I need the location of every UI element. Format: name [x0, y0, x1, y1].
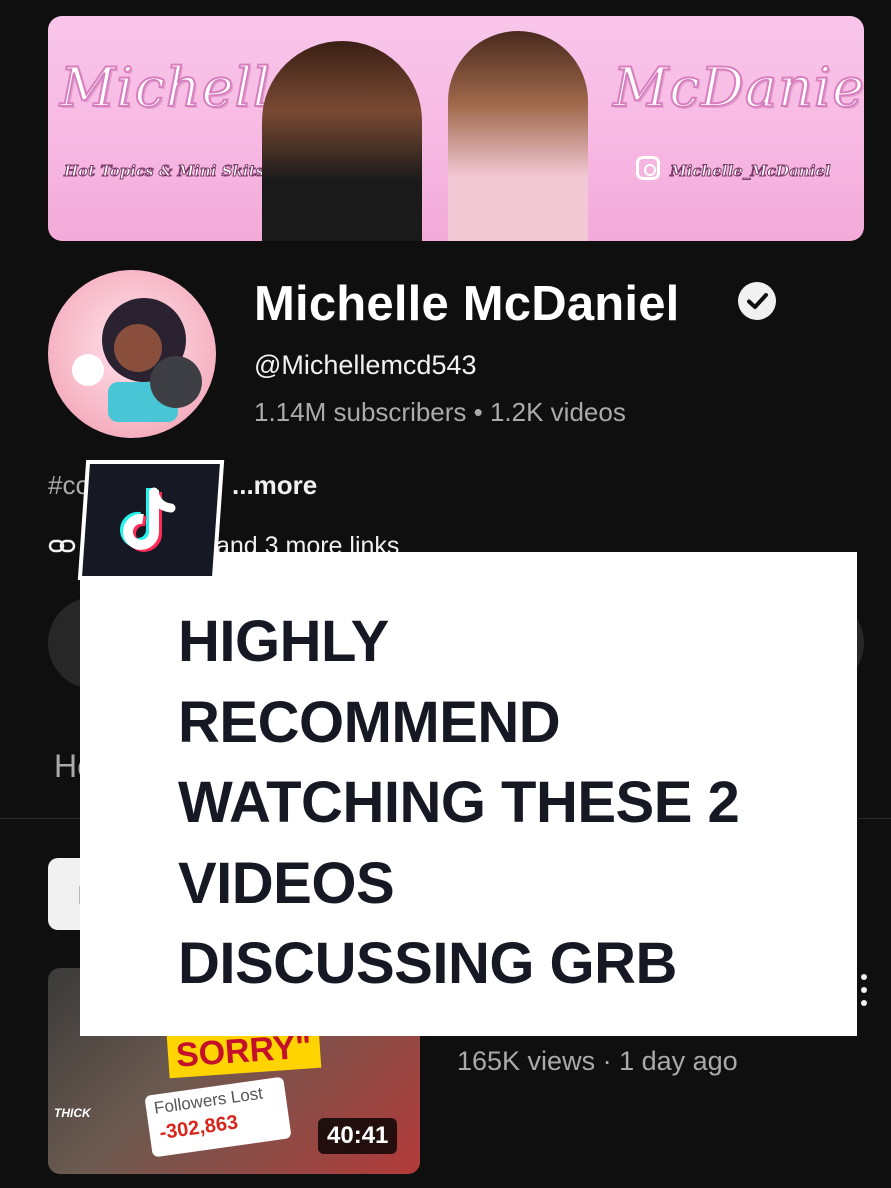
- video-meta: 165K views · 1 day ago: [457, 1046, 738, 1076]
- banner-tagline: Hot Topics & Mini Skits: [64, 162, 265, 181]
- banner-photo-person: [262, 41, 422, 241]
- caption-line: HIGHLY: [178, 609, 389, 674]
- caption-line: VIDEOS: [178, 850, 395, 916]
- thumbnail-shirt-text: THICK: [54, 1106, 91, 1120]
- tiktok-logo-icon: [82, 464, 220, 576]
- channel-stats: 1.14M subscribers • 1.2K videos: [254, 397, 626, 427]
- channel-banner: Michelle McDaniel Hot Topics & Mini Skit…: [48, 16, 864, 241]
- banner-last-name: McDaniel: [612, 55, 864, 120]
- channel-avatar[interactable]: [48, 270, 216, 438]
- caption-line: RECOMMEND: [178, 689, 561, 755]
- verified-check-icon: [738, 282, 776, 320]
- banner-doll-figure: [448, 31, 588, 241]
- channel-description[interactable]: #co: [48, 470, 90, 501]
- caption-line: DISCUSSING GRB: [178, 931, 677, 996]
- video-duration: 40:41: [318, 1118, 398, 1154]
- thumbnail-followers-label: Followers Lost: [152, 1083, 265, 1118]
- instagram-icon: [636, 156, 660, 180]
- caption-text: HIGHLY RECOMMEND WATCHING THESE 2 VIDEOS…: [178, 602, 838, 1005]
- link-icon: [48, 535, 76, 563]
- description-more-link[interactable]: ...more: [232, 470, 317, 501]
- thumbnail-followers-card: Followers Lost -302,863: [144, 1076, 292, 1158]
- channel-name: Michelle McDaniel: [254, 277, 680, 331]
- channel-handle: @Michellemcd543: [254, 350, 477, 380]
- caption-line: WATCHING THESE 2: [178, 770, 740, 835]
- banner-instagram-handle: Michelle_McDaniel: [670, 162, 832, 181]
